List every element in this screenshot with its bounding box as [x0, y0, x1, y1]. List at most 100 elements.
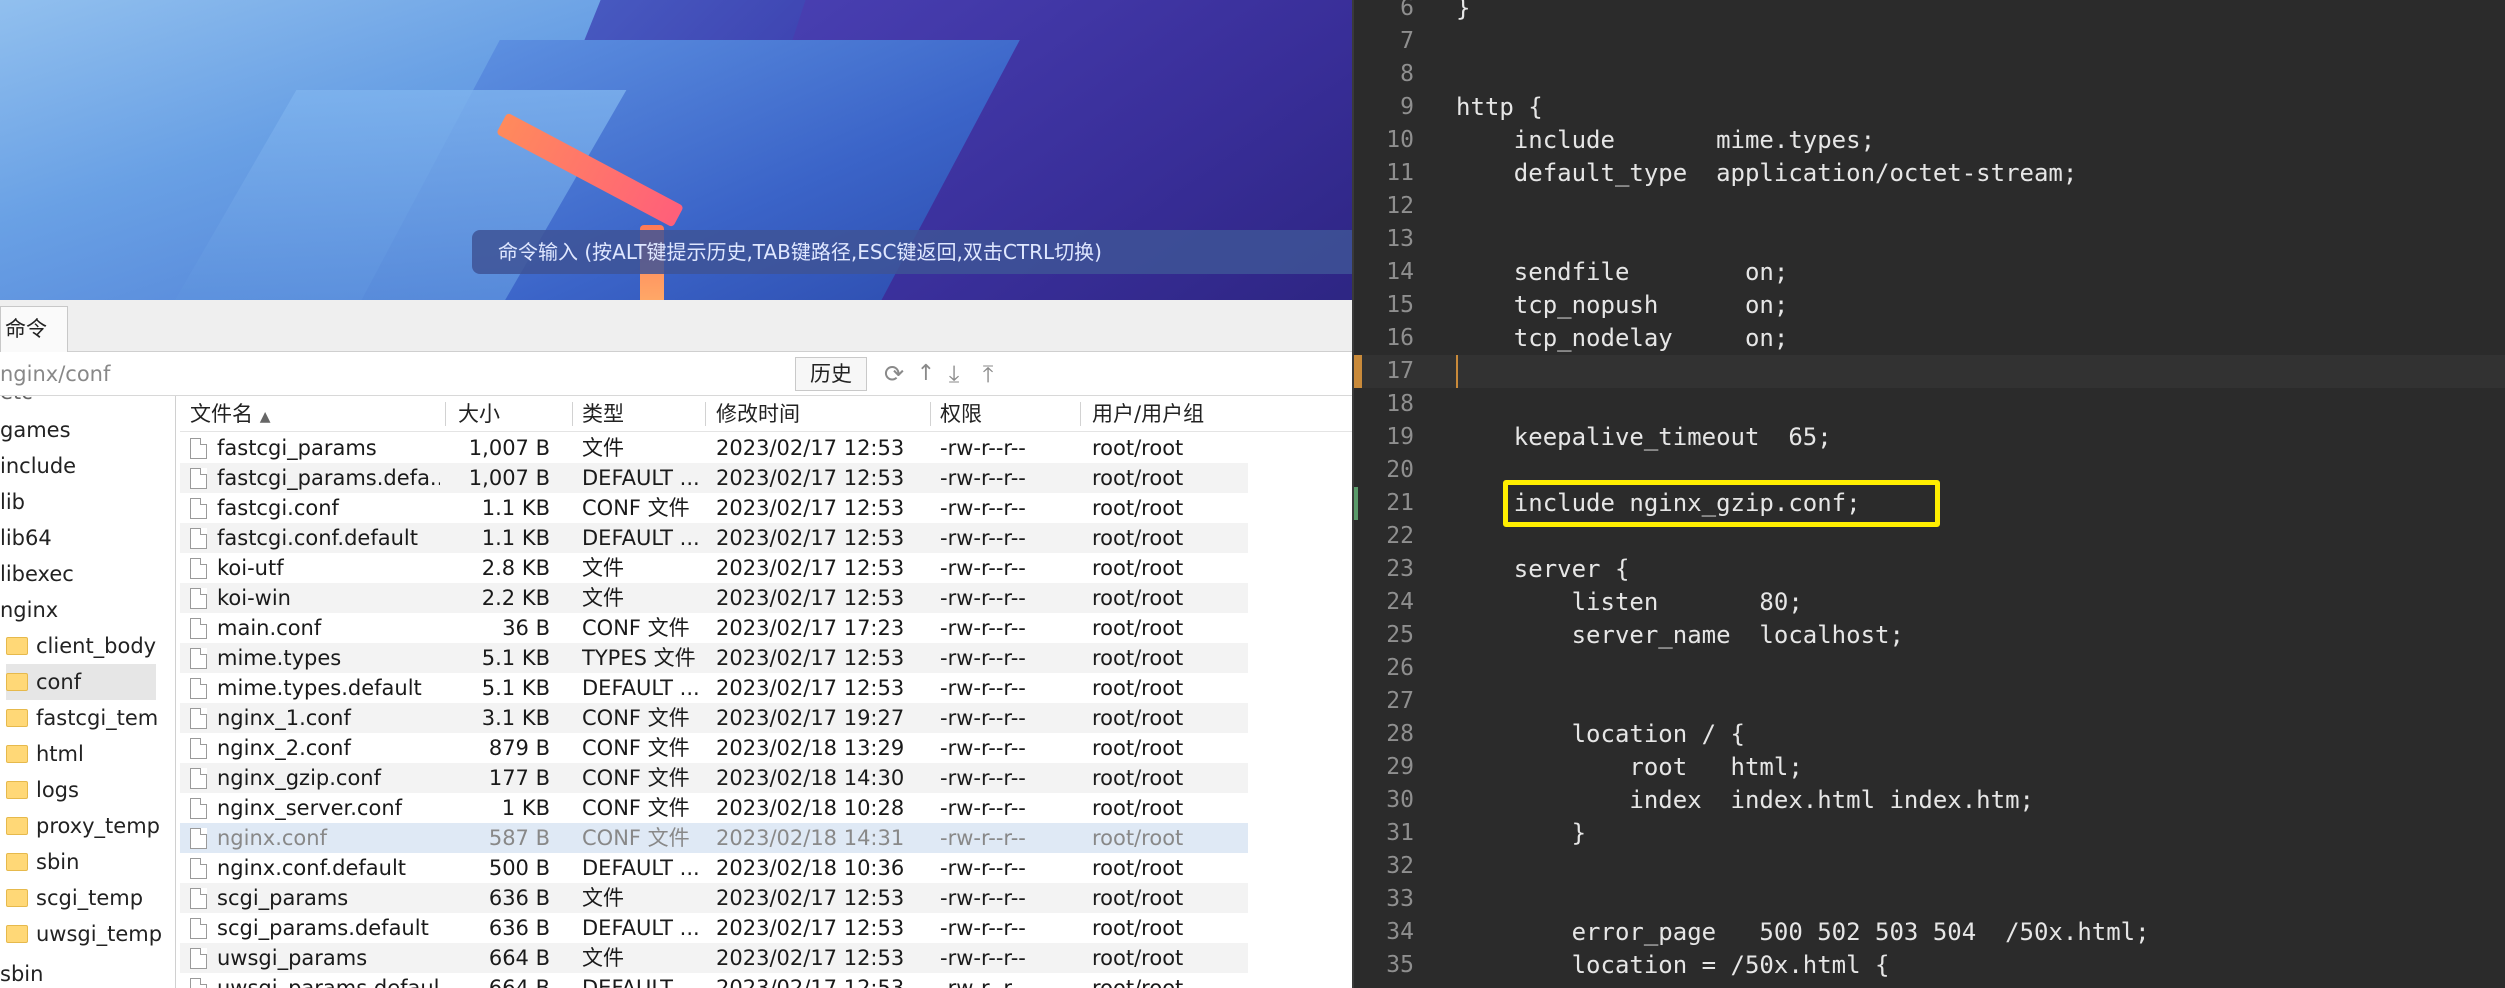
cell-owner: root/root [1092, 496, 1184, 520]
tree-item-proxy-temp[interactable]: proxy_temp [6, 808, 160, 844]
table-row[interactable]: koi-win 2.2 KB 文件 2023/02/17 12:53 -rw-r--r-… [180, 583, 1248, 613]
table-row[interactable]: fastcgi.conf 1.1 KB CONF 文件 2023/02/17 12:5… [180, 493, 1248, 523]
tree-item-nginx[interactable]: nginx [0, 592, 58, 628]
table-row[interactable]: fastcgi_params.defa... 1,007 B DEFAULT ...… [180, 463, 1248, 493]
folder-icon [6, 817, 28, 835]
code-line[interactable]: tcp_nodelay on; [1456, 322, 1789, 355]
code-line[interactable]: sendfile on; [1456, 256, 1789, 289]
tree-item-lib64[interactable]: lib64 [0, 520, 52, 556]
current-line-highlight [1362, 355, 2505, 388]
refresh-icon[interactable]: ⟳ [880, 360, 908, 388]
table-row[interactable]: nginx.conf.default 500 B DEFAULT ... 2023/0… [180, 853, 1248, 883]
column-size[interactable]: 大小 [458, 396, 500, 432]
code-editor[interactable]: 6} 7 8 9 http {10 include mime.types; 11 defa… [1352, 0, 2505, 988]
cell-perm: -rw-r--r-- [940, 976, 1026, 988]
tree-item-libexec[interactable]: libexec [0, 556, 74, 592]
column-name[interactable]: 文件名 ▲ [190, 396, 270, 432]
table-row[interactable]: uwsgi_params.default 664 B DEFAULT ... 2023… [180, 973, 1248, 988]
table-row[interactable]: koi-utf 2.8 KB 文件 2023/02/17 12:53 -rw-r--r-… [180, 553, 1248, 583]
table-row[interactable]: nginx.conf 587 B CONF 文件 2023/02/18 14:31 -r… [180, 823, 1248, 853]
tree-item-client-body[interactable]: client_body [6, 628, 156, 664]
tree-item-fastcgi-temp[interactable]: fastcgi_tem [6, 700, 158, 736]
file-icon [190, 558, 207, 579]
tree-item-sbin-nginx[interactable]: sbin [6, 844, 79, 880]
code-line[interactable]: } [1456, 817, 1586, 850]
table-row[interactable]: mime.types.default 5.1 KB DEFAULT ... 2023/… [180, 673, 1248, 703]
code-line[interactable]: listen 80; [1456, 586, 1803, 619]
code-line[interactable]: index index.html index.htm; [1456, 784, 2034, 817]
table-row[interactable]: scgi_params 636 B 文件 2023/02/17 12:53 -rw-r-… [180, 883, 1248, 913]
cell-perm: -rw-r--r-- [940, 766, 1026, 790]
tree-item-sbin[interactable]: sbin [0, 956, 43, 988]
go-up-icon[interactable]: ↑ [912, 360, 940, 388]
code-line[interactable]: server_name localhost; [1456, 619, 1904, 652]
download-icon[interactable]: ⤓ [940, 360, 968, 388]
tree-item-games[interactable]: games [0, 412, 71, 448]
tree-item-scgi-temp[interactable]: scgi_temp [6, 880, 143, 916]
table-row[interactable]: nginx_gzip.conf 177 B CONF 文件 2023/02/18 14… [180, 763, 1248, 793]
code-line[interactable]: include mime.types; [1456, 124, 1875, 157]
history-button[interactable]: 历史 [795, 357, 867, 391]
cell-perm: -rw-r--r-- [940, 526, 1026, 550]
upload-icon[interactable]: ⤒ [974, 360, 1002, 388]
code-line[interactable]: keepalive_timeout 65; [1456, 421, 1832, 454]
directory-tree: etc games include lib lib64 libexec ngin… [0, 396, 176, 988]
cell-type: CONF 文件 [582, 826, 690, 850]
code-line[interactable]: server { [1456, 553, 1630, 586]
cell-owner: root/root [1092, 466, 1184, 490]
column-type[interactable]: 类型 [582, 396, 624, 432]
code-line[interactable]: location / { [1456, 718, 1745, 751]
tree-item-uwsgi-temp[interactable]: uwsgi_temp [6, 916, 162, 952]
cell-perm: -rw-r--r-- [940, 946, 1026, 970]
table-row[interactable]: main.conf 36 B CONF 文件 2023/02/17 17:23 -rw-… [180, 613, 1248, 643]
table-row[interactable]: scgi_params.default 636 B DEFAULT ... 2023/… [180, 913, 1248, 943]
tree-item-conf[interactable]: conf [6, 664, 156, 700]
line-number: 22 [1386, 523, 1414, 549]
code-line[interactable]: root html; [1456, 751, 1802, 784]
cell-owner: root/root [1092, 676, 1184, 700]
file-icon [190, 528, 207, 549]
cell-type: 文件 [582, 436, 624, 460]
cell-type: DEFAULT ... [582, 976, 700, 988]
path-input[interactable] [0, 356, 790, 392]
table-row[interactable]: fastcgi_params 1,007 B 文件 2023/02/17 12:53 -… [180, 433, 1248, 463]
command-input[interactable]: 命令输入 (按ALT键提示历史,TAB键路径,ESC键返回,双击CTRL切换) [472, 230, 1352, 274]
code-line[interactable]: tcp_nopush on; [1456, 289, 1789, 322]
cell-perm: -rw-r--r-- [940, 796, 1026, 820]
code-line[interactable]: error_page 500 502 503 504 /50x.html; [1456, 916, 2150, 949]
cell-modified: 2023/02/18 13:29 [716, 736, 905, 760]
line-number: 16 [1386, 325, 1414, 351]
file-icon [190, 918, 207, 939]
tree-item-lib[interactable]: lib [0, 484, 25, 520]
code-line[interactable]: default_type application/octet-stream; [1456, 157, 2078, 190]
table-row[interactable]: nginx_1.conf 3.1 KB CONF 文件 2023/02/17 19:2… [180, 703, 1248, 733]
line-number: 15 [1386, 292, 1414, 318]
code-line[interactable]: location = /50x.html { [1456, 949, 1890, 982]
code-line[interactable]: } [1456, 0, 1470, 25]
pane-divider[interactable] [1352, 0, 1354, 988]
code-line[interactable]: http { [1456, 91, 1543, 124]
table-row[interactable]: uwsgi_params 664 B 文件 2023/02/17 12:53 -rw-r… [180, 943, 1248, 973]
cell-name: scgi_params.default [190, 913, 440, 943]
table-row[interactable]: mime.types 5.1 KB TYPES 文件 2023/02/17 12:53… [180, 643, 1248, 673]
cell-type: CONF 文件 [582, 706, 690, 730]
cell-perm: -rw-r--r-- [940, 646, 1026, 670]
table-row[interactable]: nginx_server.conf 1 KB CONF 文件 2023/02/18 1… [180, 793, 1248, 823]
table-row[interactable]: fastcgi.conf.default 1.1 KB DEFAULT ... 202… [180, 523, 1248, 553]
cell-name: nginx_2.conf [190, 733, 440, 763]
line-number: 33 [1386, 886, 1414, 912]
line-number: 31 [1386, 820, 1414, 846]
tree-item-logs[interactable]: logs [6, 772, 79, 808]
column-modified[interactable]: 修改时间 [716, 396, 800, 432]
tab-command[interactable]: 命令 [0, 306, 68, 352]
table-row[interactable]: nginx_2.conf 879 B CONF 文件 2023/02/18 13:29… [180, 733, 1248, 763]
tree-item-html[interactable]: html [6, 736, 84, 772]
column-permissions[interactable]: 权限 [940, 396, 982, 432]
cell-size: 879 B [488, 736, 550, 760]
tree-item-include[interactable]: include [0, 448, 76, 484]
cell-name: fastcgi_params [190, 433, 440, 463]
cell-modified: 2023/02/17 17:23 [716, 616, 905, 640]
cell-modified: 2023/02/17 19:27 [716, 706, 905, 730]
column-owner[interactable]: 用户/用户组 [1092, 396, 1204, 432]
cell-name: fastcgi_params.defa... [190, 463, 440, 493]
